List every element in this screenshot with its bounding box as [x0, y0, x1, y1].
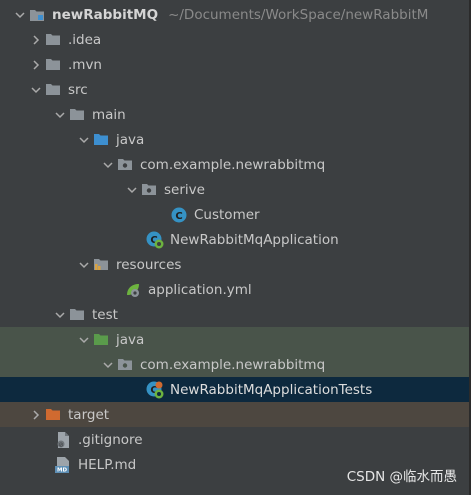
tree-row-test-package[interactable]: com.example.newrabbitmq — [0, 352, 469, 377]
source-folder-icon — [92, 132, 110, 148]
class-icon: C — [170, 207, 188, 223]
spring-yml-icon — [124, 282, 142, 298]
folder-icon — [44, 32, 62, 48]
project-name: newRabbitMQ — [52, 6, 159, 23]
folder-icon — [44, 82, 62, 98]
watermark: CSDN @临水而愚 — [346, 469, 457, 485]
tree-item-label: HELP.md — [78, 456, 137, 473]
chevron-down-icon[interactable] — [100, 152, 116, 177]
tree-row-test-java[interactable]: java — [0, 327, 469, 352]
project-module-icon — [28, 7, 46, 23]
folder-icon — [68, 107, 86, 123]
tree-item-label: src — [68, 81, 88, 98]
tree-item-label: main — [92, 106, 126, 123]
folder-icon — [68, 307, 86, 323]
tree-row-project-root[interactable]: newRabbitMQ ~/Documents/WorkSpace/newRab… — [0, 2, 469, 27]
project-tree: newRabbitMQ ~/Documents/WorkSpace/newRab… — [0, 0, 469, 495]
chevron-right-icon[interactable] — [28, 402, 44, 427]
spring-test-class-icon: C — [146, 381, 164, 398]
tree-item-label: application.yml — [148, 281, 252, 298]
tree-row-serive[interactable]: serive — [0, 177, 469, 202]
svg-text:⊘: ⊘ — [58, 441, 63, 448]
tree-item-label: java — [116, 331, 145, 348]
spring-class-icon: C — [146, 231, 164, 248]
tree-row-application-class[interactable]: C NewRabbitMqApplication — [0, 227, 469, 252]
tree-item-label: java — [116, 131, 145, 148]
markdown-file-icon: MD — [54, 456, 72, 473]
resources-folder-icon — [92, 257, 110, 273]
tree-item-label: Customer — [194, 206, 260, 223]
tree-row-test[interactable]: test — [0, 302, 469, 327]
gitignore-file-icon: ⊘ — [54, 431, 72, 448]
tree-item-label: .idea — [68, 31, 102, 48]
excluded-folder-icon — [44, 407, 62, 423]
tree-row-application-tests[interactable]: C NewRabbitMqApplicationTests — [0, 377, 469, 402]
package-icon — [140, 182, 158, 198]
chevron-right-icon[interactable] — [28, 27, 44, 52]
tree-row-main-java[interactable]: java — [0, 127, 469, 152]
tree-item-label: NewRabbitMqApplication — [170, 231, 339, 248]
tree-row-src[interactable]: src — [0, 77, 469, 102]
package-icon — [116, 157, 134, 173]
tree-item-label: NewRabbitMqApplicationTests — [170, 381, 373, 398]
tree-item-label: test — [92, 306, 118, 323]
tree-row-idea[interactable]: .idea — [0, 27, 469, 52]
svg-text:MD: MD — [57, 467, 67, 473]
chevron-down-icon[interactable] — [124, 177, 140, 202]
tree-item-label: resources — [116, 256, 182, 273]
tree-row-target[interactable]: target — [0, 402, 469, 427]
tree-row-resources[interactable]: resources — [0, 252, 469, 277]
chevron-down-icon[interactable] — [52, 102, 68, 127]
chevron-down-icon[interactable] — [76, 252, 92, 277]
chevron-down-icon[interactable] — [28, 77, 44, 102]
test-folder-icon — [92, 332, 110, 348]
tree-row-main-package[interactable]: com.example.newrabbitmq — [0, 152, 469, 177]
tree-item-label: com.example.newrabbitmq — [140, 156, 326, 173]
svg-text:C: C — [175, 211, 182, 222]
chevron-down-icon[interactable] — [76, 127, 92, 152]
chevron-down-icon[interactable] — [76, 327, 92, 352]
tree-item-label: .gitignore — [78, 431, 143, 448]
tree-item-label: .mvn — [68, 56, 102, 73]
tree-row-customer[interactable]: C Customer — [0, 202, 469, 227]
tree-item-label: com.example.newrabbitmq — [140, 356, 326, 373]
tree-row-gitignore[interactable]: ⊘ .gitignore — [0, 427, 469, 452]
tree-row-mvn[interactable]: .mvn — [0, 52, 469, 77]
package-icon — [116, 357, 134, 373]
tree-item-label: target — [68, 406, 110, 423]
folder-icon — [44, 57, 62, 73]
tree-item-label: serive — [164, 181, 205, 198]
chevron-down-icon[interactable] — [12, 2, 28, 27]
chevron-right-icon[interactable] — [28, 52, 44, 77]
project-path: ~/Documents/WorkSpace/newRabbitM — [168, 6, 429, 23]
tree-row-main[interactable]: main — [0, 102, 469, 127]
chevron-down-icon[interactable] — [100, 352, 116, 377]
tree-row-application-yml[interactable]: application.yml — [0, 277, 469, 302]
chevron-down-icon[interactable] — [52, 302, 68, 327]
